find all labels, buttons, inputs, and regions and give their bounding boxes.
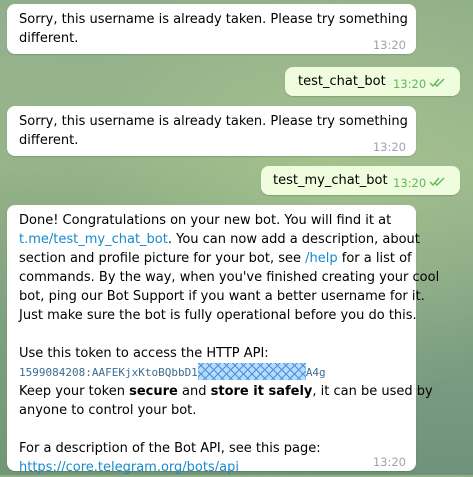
- message-time: 13:20: [372, 140, 406, 154]
- bot-reply-message: Done! Congratulations on your new bot. Y…: [7, 205, 439, 475]
- help-command-link[interactable]: /help: [305, 251, 337, 266]
- message-text: Sorry, this username is already taken. P…: [19, 114, 408, 148]
- api-token[interactable]: 1599084208:AAFEKjxKtoBQbbD1 A4g: [19, 363, 410, 382]
- incoming-message: Sorry, this username is already taken. P…: [7, 106, 416, 156]
- outgoing-message: test_chat_bot 13:20: [285, 67, 460, 96]
- bot-api-link[interactable]: https://core.telegram.org/bots/api: [19, 460, 239, 475]
- double-check-icon: [429, 78, 445, 88]
- outgoing-message: test_my_chat_bot 13:20: [261, 166, 460, 195]
- message-text: test_my_chat_bot: [273, 173, 388, 188]
- redacted-token-overlay: [197, 363, 306, 380]
- message-time: 13:20: [372, 38, 406, 52]
- double-check-icon: [429, 177, 445, 187]
- message-text: Done! Congratulations on your new bot. Y…: [19, 213, 440, 475]
- incoming-message: Sorry, this username is already taken. P…: [7, 4, 416, 54]
- message-text: Sorry, this username is already taken. P…: [19, 12, 408, 46]
- message-time: 13:20: [372, 455, 406, 469]
- message-text: test_chat_bot: [298, 74, 386, 89]
- message-time: 13:20: [393, 77, 427, 91]
- bot-link[interactable]: t.me/test_my_chat_bot: [19, 232, 168, 247]
- message-time: 13:20: [393, 176, 427, 190]
